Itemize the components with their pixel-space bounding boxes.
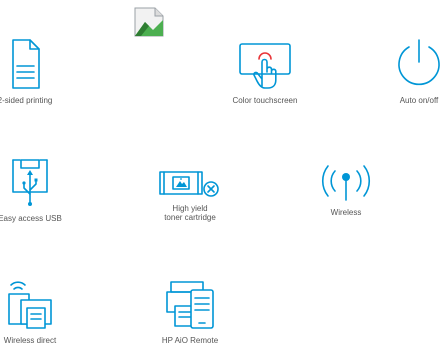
feature-high-yield-toner: High yield toner cartridge [115, 168, 265, 222]
feature-label: Wireless direct [3, 336, 57, 345]
feature-auto-on-off: Auto on/off [344, 38, 443, 105]
aio-remote-icon [166, 281, 214, 329]
two-sided-page-icon [12, 39, 40, 89]
feature-wireless: Wireless [271, 160, 421, 217]
touchscreen-icon [239, 43, 291, 89]
feature-easy-access-usb: Easy access USB [0, 158, 105, 223]
feature-label: HP AiO Remote [161, 336, 219, 345]
broken-image-icon [133, 6, 165, 38]
feature-label: Easy access USB [0, 214, 62, 223]
feature-hp-aio-remote: HP AiO Remote [115, 278, 265, 345]
feature-color-touchscreen: Color touchscreen [190, 42, 340, 105]
usb-icon [12, 159, 48, 206]
feature-two-sided-printing: 2-sided printing [0, 38, 100, 105]
feature-label: Auto on/off [399, 96, 439, 105]
feature-label: Color touchscreen [232, 96, 298, 105]
toner-cartridge-icon [159, 171, 219, 197]
wireless-direct-icon [8, 281, 52, 329]
feature-label: 2-sided printing [0, 96, 53, 105]
power-icon [398, 39, 440, 86]
feature-label: High yield toner cartridge [164, 204, 216, 222]
feature-label: Wireless [330, 208, 362, 217]
feature-wireless-direct: Wireless direct [0, 278, 105, 345]
wireless-antenna-icon [321, 165, 371, 201]
